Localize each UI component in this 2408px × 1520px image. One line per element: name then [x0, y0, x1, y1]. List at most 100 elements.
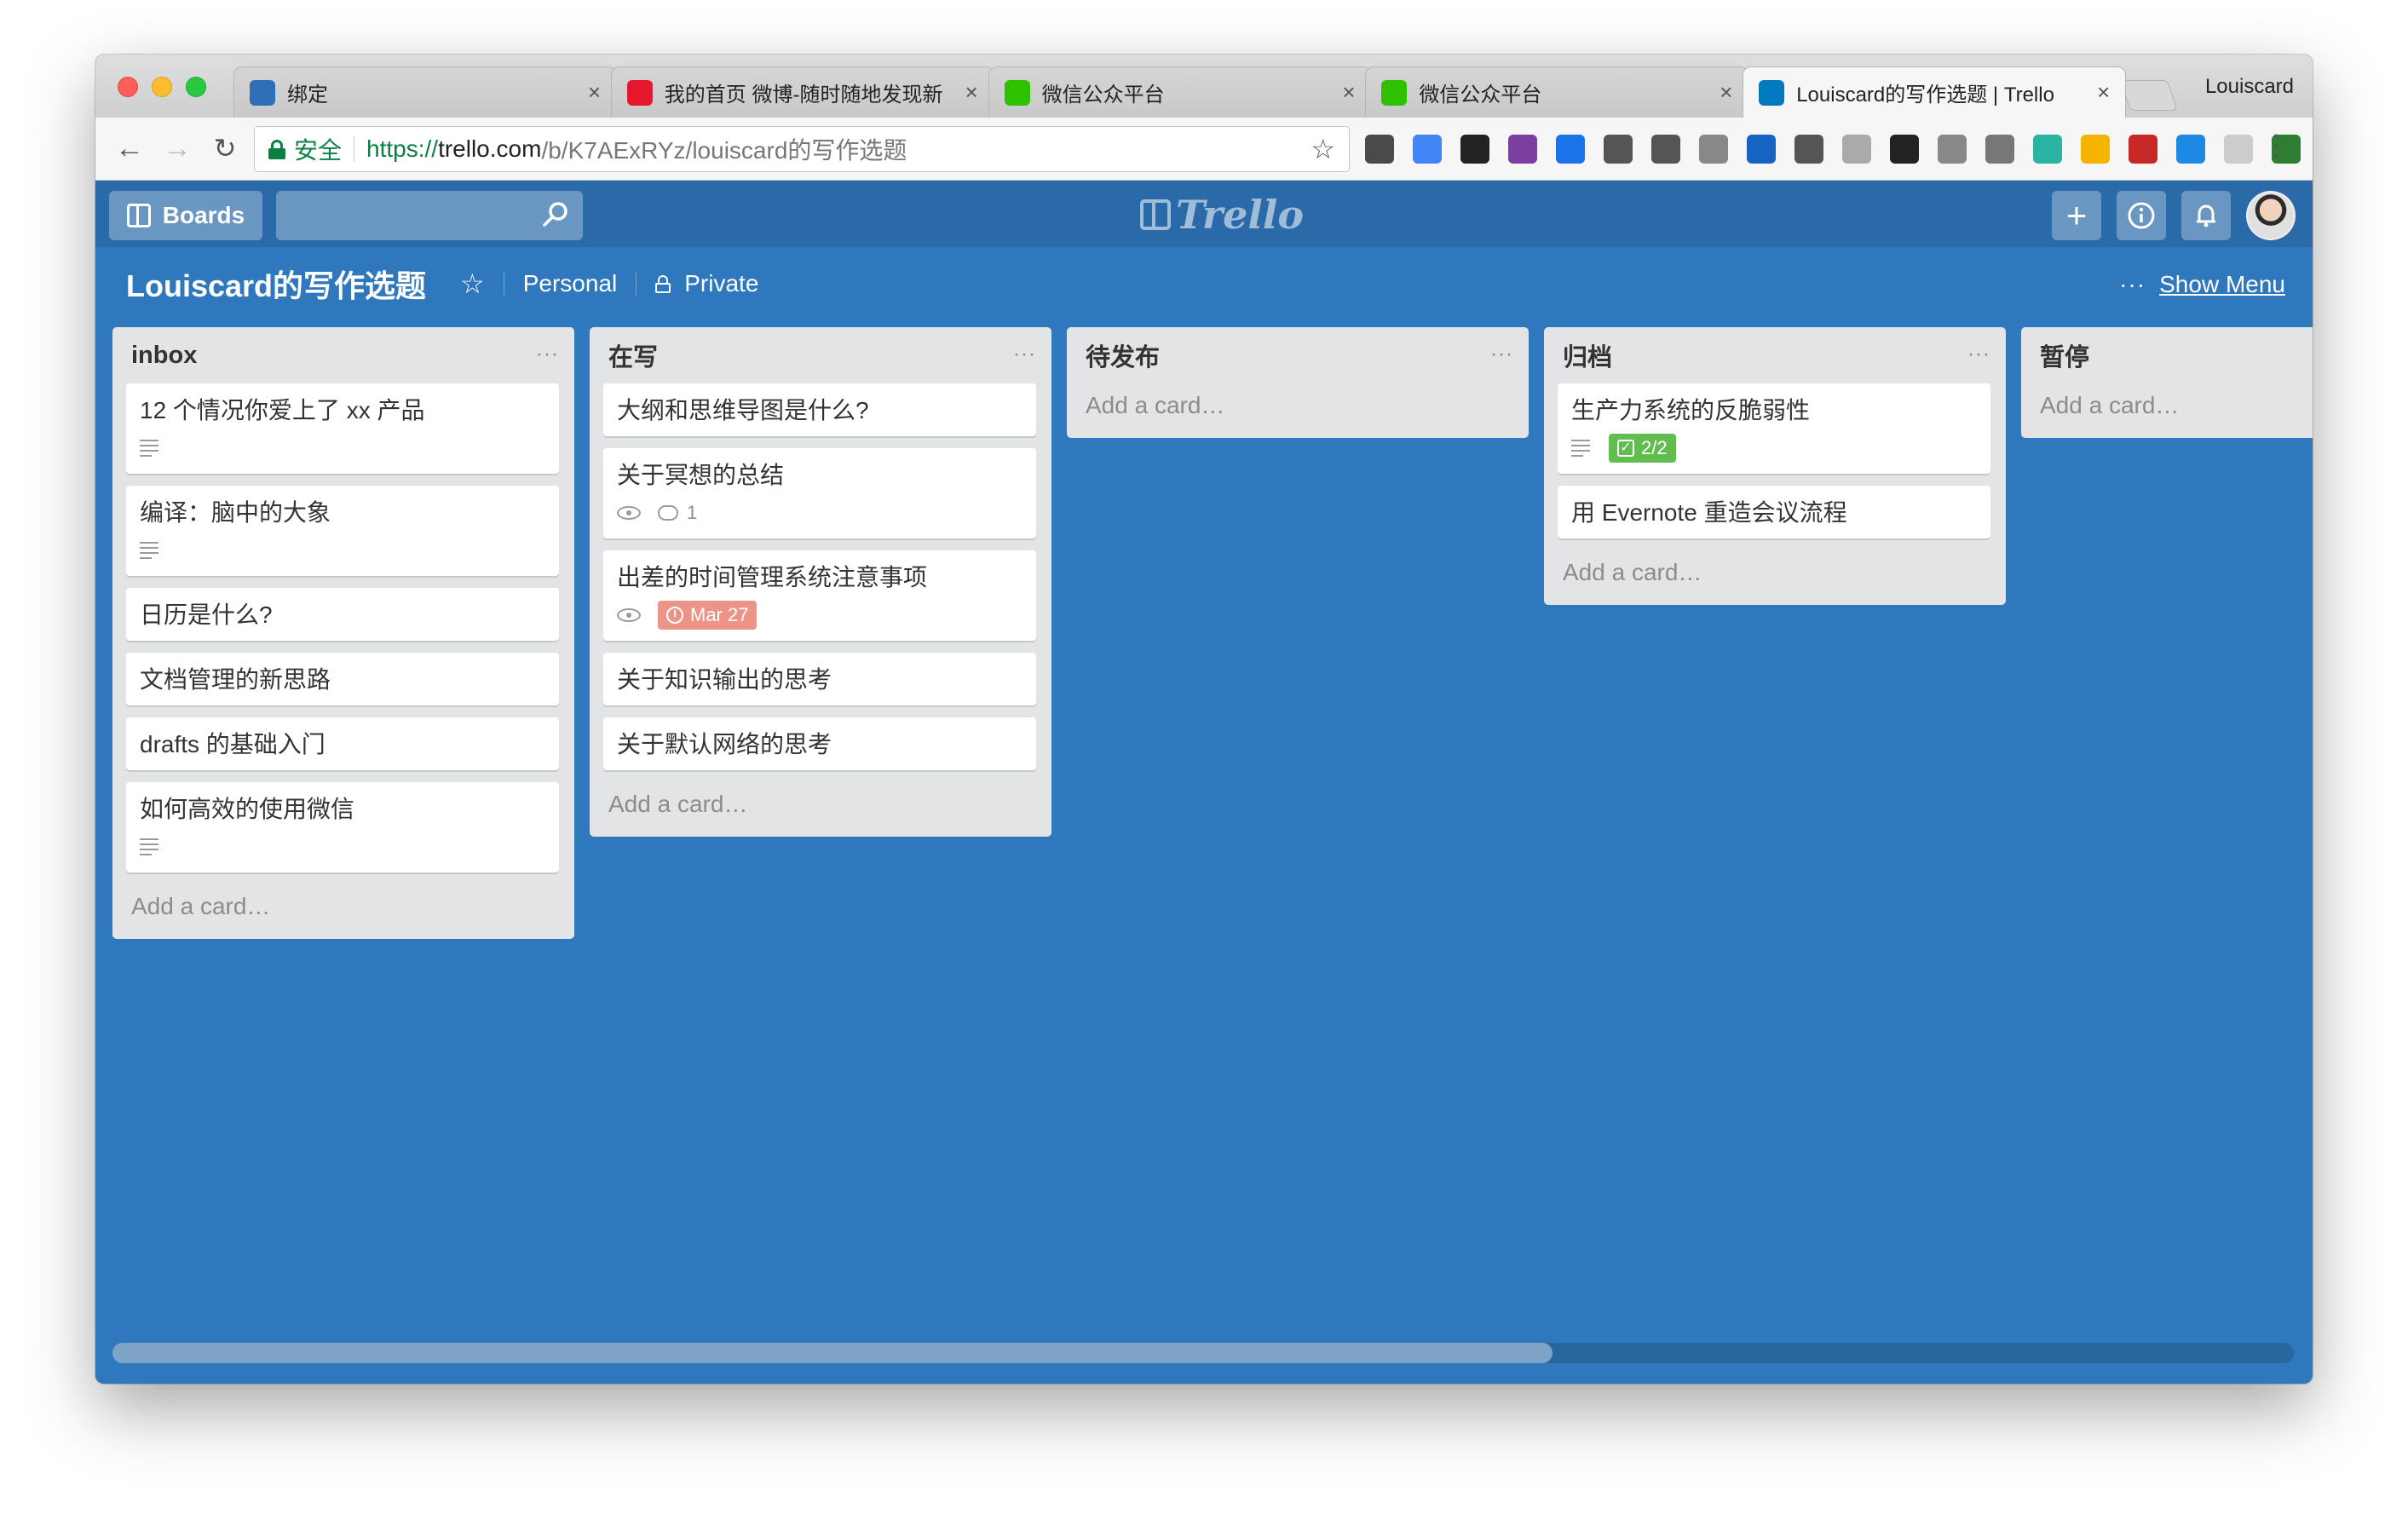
adblock-icon[interactable] [2129, 135, 2157, 164]
comments-badge: 1 [658, 502, 697, 524]
description-icon [1571, 440, 1592, 457]
visibility-label: Private [684, 270, 759, 297]
list-title[interactable]: inbox [126, 342, 197, 370]
visibility-button[interactable]: Private [655, 270, 758, 297]
trello-logo-text: Trello [1176, 192, 1305, 238]
tab-title: 绑定 [287, 83, 328, 107]
list-header: 暂停 [2035, 327, 2313, 383]
browser-tab[interactable]: 我的首页 微博-随时随地发现新 × [610, 66, 994, 118]
card-badges: ✓ 2/2 [1571, 433, 1977, 463]
reload-icon[interactable]: ↻ [206, 130, 244, 167]
search-input[interactable] [276, 191, 583, 240]
card[interactable]: 文档管理的新思路 [126, 653, 559, 705]
card[interactable]: 日历是什么? [126, 588, 559, 641]
card[interactable]: 用 Evernote 重造会议流程 [1558, 486, 1990, 538]
zoom-window-button[interactable] [186, 77, 206, 97]
card[interactable]: 编译：脑中的大象 [126, 486, 559, 576]
browser-tab[interactable]: Louiscard的写作选题 | Trello × [1743, 66, 2127, 118]
eye-icon [617, 608, 641, 622]
vimium-icon[interactable] [1747, 135, 1776, 164]
close-icon[interactable]: × [1342, 79, 1355, 106]
minimize-window-button[interactable] [152, 77, 172, 97]
board-title[interactable]: Louiscard的写作选题 [126, 262, 426, 306]
star-icon[interactable]: ☆ [460, 268, 485, 300]
tab-title: 我的首页 微博-随时随地发现新 [664, 83, 943, 107]
close-window-button[interactable] [118, 77, 138, 97]
close-icon[interactable]: × [588, 79, 601, 106]
card[interactable]: 出差的时间管理系统注意事项 Mar 27 [603, 550, 1036, 641]
drive-icon[interactable] [1938, 135, 1967, 164]
address-bar[interactable]: 安全 https:// trello.com /b/K7AExRYz/louis… [254, 126, 1350, 172]
list-menu-icon[interactable]: ··· [1490, 343, 1513, 366]
card[interactable]: 关于知识输出的思考 [603, 653, 1036, 705]
show-menu-button[interactable]: ··· Show Menu [2119, 271, 2285, 298]
close-icon[interactable]: × [1720, 79, 1732, 106]
add-card-button[interactable]: Add a card… [1080, 383, 1513, 438]
close-icon[interactable]: × [965, 79, 978, 106]
browser-tab[interactable]: 绑定 × [233, 66, 617, 118]
add-card-button[interactable]: Add a card… [603, 782, 1036, 837]
add-button[interactable]: + [2052, 191, 2101, 240]
url-host: trello.com [438, 135, 542, 162]
avatar[interactable] [2246, 191, 2296, 240]
info-button[interactable] [2117, 191, 2166, 240]
list-menu-icon[interactable]: ··· [1967, 343, 1990, 366]
card[interactable]: 关于默认网络的思考 [603, 717, 1036, 770]
list-title[interactable]: 在写 [603, 337, 658, 373]
list-title[interactable]: 暂停 [2035, 337, 2089, 373]
trello-logo[interactable]: Trello [1140, 192, 1305, 238]
onenote-icon[interactable] [1508, 135, 1537, 164]
card[interactable]: 生产力系统的反脆弱性 ✓ 2/2 [1558, 383, 1990, 474]
tab-title: 微信公众平台 [1041, 83, 1165, 107]
team-button[interactable]: Personal [523, 270, 618, 297]
list-menu-icon[interactable]: ··· [1013, 343, 1036, 366]
back-icon[interactable]: ← [111, 130, 148, 167]
card-title: 编译：脑中的大象 [140, 499, 331, 526]
folder-icon[interactable] [2081, 135, 2110, 164]
card[interactable]: 如何高效的使用微信 [126, 782, 559, 872]
add-card-button[interactable]: Add a card… [126, 884, 559, 939]
sync-icon[interactable] [2176, 135, 2205, 164]
lock-icon [268, 140, 285, 159]
list-menu-icon[interactable]: ··· [536, 343, 559, 366]
reader-icon[interactable] [1699, 135, 1728, 164]
close-icon[interactable]: × [2097, 79, 2110, 106]
inbox-icon[interactable] [1985, 135, 2014, 164]
forward-icon[interactable]: → [158, 130, 196, 167]
list-4: 归档 ··· 生产力系统的反脆弱性 ✓ 2/2 用 Evernote 重造会议流程 Add … [1544, 327, 2006, 605]
new-tab-button[interactable] [2120, 80, 2178, 111]
chrome-icon[interactable] [1556, 135, 1585, 164]
add-card-button[interactable]: Add a card… [1558, 550, 1990, 605]
wechat-icon[interactable] [1460, 135, 1489, 164]
scrollbar-thumb[interactable] [112, 1343, 1553, 1363]
translate-icon[interactable] [1413, 135, 1442, 164]
list-2: 在写 ··· 大纲和思维导图是什么? 关于冥想的总结 1 出差的时间管理系统注意事项 Mar… [590, 327, 1051, 837]
shield-icon[interactable] [2224, 135, 2253, 164]
boards-button[interactable]: Boards [109, 191, 262, 240]
card[interactable]: drafts 的基础入门 [126, 717, 559, 770]
onepassword-icon[interactable] [1604, 135, 1633, 164]
browser-tab[interactable]: 微信公众平台 × [988, 66, 1372, 118]
list-title[interactable]: 待发布 [1080, 337, 1160, 373]
browser-tab[interactable]: 微信公众平台 × [1365, 66, 1749, 118]
list-title[interactable]: 归档 [1558, 337, 1612, 373]
profile-name[interactable]: Louiscard [2205, 75, 2294, 99]
refresh-icon[interactable] [2033, 135, 2062, 164]
card[interactable]: 关于冥想的总结 1 [603, 448, 1036, 538]
bookmark-star-icon[interactable]: ☆ [1311, 133, 1335, 165]
instapaper-icon[interactable] [1890, 135, 1919, 164]
lightbulb-icon[interactable] [1651, 135, 1680, 164]
card[interactable]: 12 个情况你爱上了 xx 产品 [126, 383, 559, 474]
horizontal-scrollbar[interactable] [112, 1343, 2294, 1363]
header-divider [636, 272, 637, 296]
cloud-icon[interactable] [1794, 135, 1823, 164]
list-1: inbox ··· 12 个情况你爱上了 xx 产品编译：脑中的大象日历是什么? 文档… [112, 327, 574, 939]
notifications-button[interactable] [2181, 191, 2231, 240]
browser-menu-icon[interactable]: ⋮ [2261, 131, 2290, 160]
plus-icon: + [2065, 195, 2088, 235]
list-header: inbox ··· [126, 327, 559, 383]
card[interactable]: 大纲和思维导图是什么? [603, 383, 1036, 436]
add-card-button[interactable]: Add a card… [2035, 383, 2313, 438]
tab-icon[interactable] [1842, 135, 1871, 164]
evernote-icon[interactable] [1365, 135, 1394, 164]
